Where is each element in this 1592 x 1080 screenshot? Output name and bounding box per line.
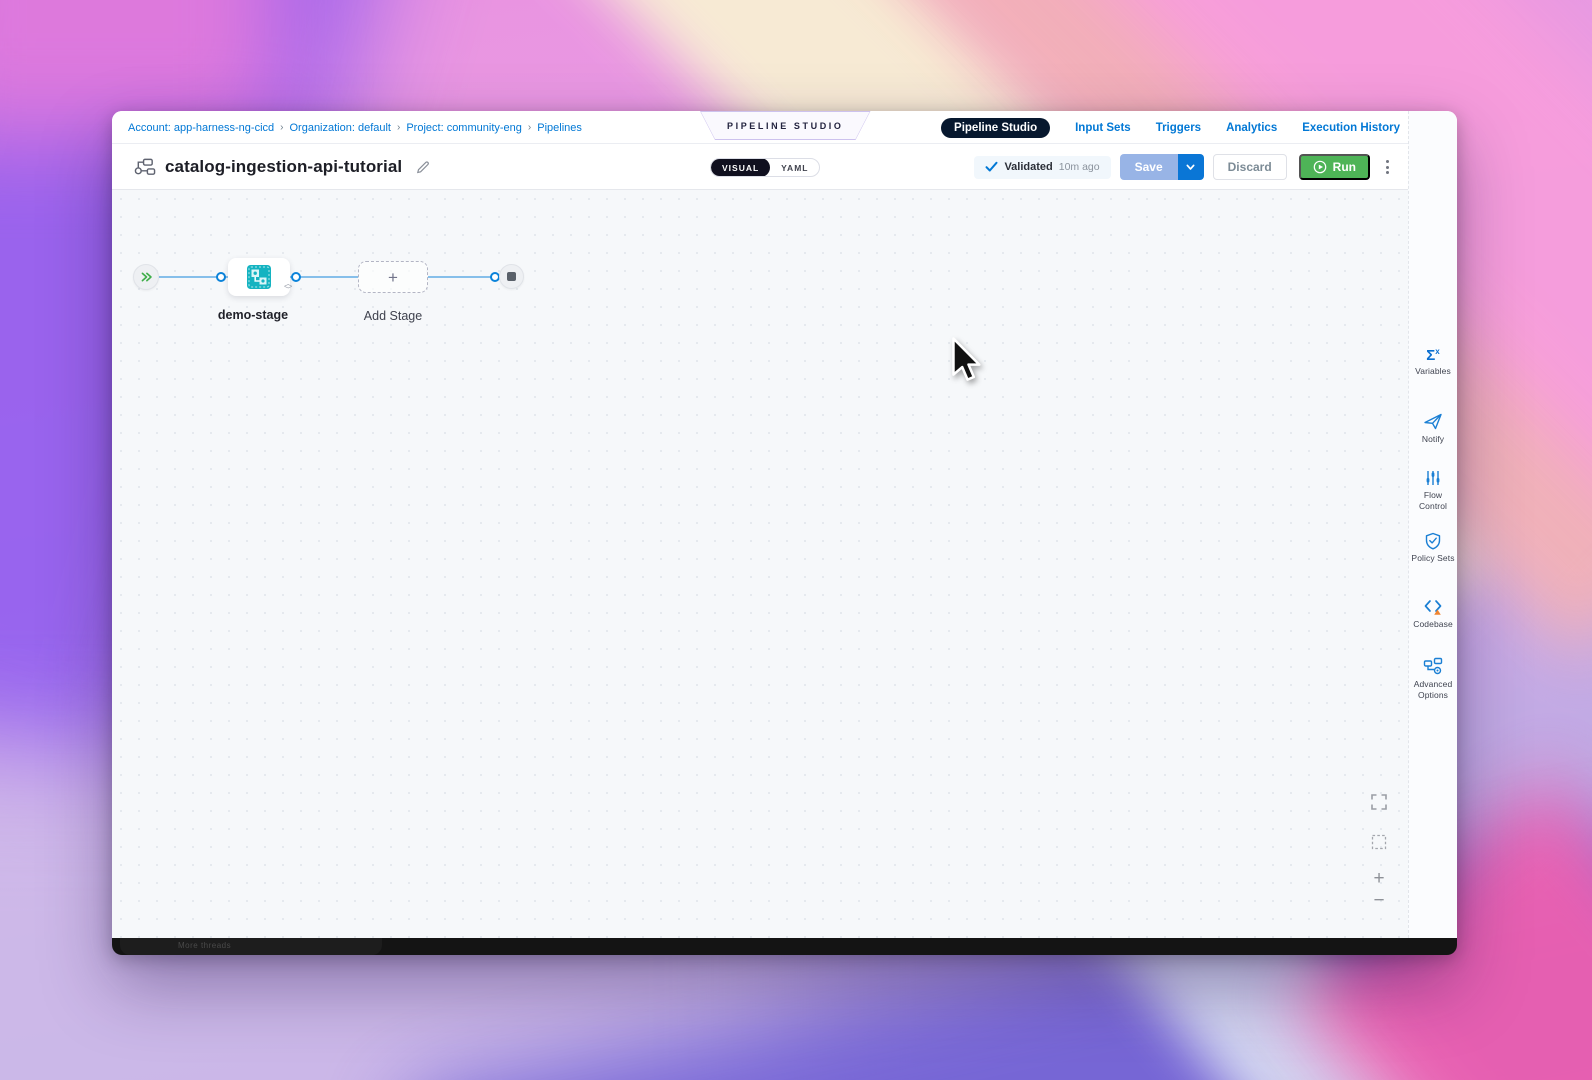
custom-stage-icon bbox=[246, 264, 272, 290]
pipeline-studio-badge: PIPELINE STUDIO bbox=[700, 111, 871, 140]
plus-icon: + bbox=[388, 269, 398, 286]
tab-triggers[interactable]: Triggers bbox=[1156, 122, 1201, 134]
stage-node-label[interactable]: demo-stage bbox=[183, 308, 323, 322]
sigma-variables-icon: Σx bbox=[1426, 348, 1439, 363]
sidebar-item-policy-sets[interactable]: Policy Sets bbox=[1409, 532, 1457, 564]
tab-pipeline-studio[interactable]: Pipeline Studio bbox=[941, 118, 1050, 138]
validated-label: Validated bbox=[1004, 161, 1052, 173]
pipeline-end-node bbox=[499, 264, 524, 289]
window-footer-bar: More threads bbox=[112, 938, 1457, 955]
add-stage-label[interactable]: Add Stage bbox=[323, 309, 463, 323]
edge-connector-dot[interactable] bbox=[216, 272, 226, 282]
shield-check-icon bbox=[1424, 532, 1442, 550]
sliders-icon bbox=[1424, 469, 1442, 487]
pipeline-canvas[interactable]: <> + demo-stage Add Stage bbox=[112, 190, 1408, 938]
tab-analytics[interactable]: Analytics bbox=[1226, 122, 1277, 134]
fullscreen-icon bbox=[1370, 793, 1388, 811]
footer-chip bbox=[120, 938, 382, 955]
save-options-caret[interactable] bbox=[1178, 154, 1204, 180]
run-button[interactable]: Run bbox=[1299, 154, 1370, 180]
start-chevrons-icon bbox=[140, 271, 153, 283]
breadcrumb-project[interactable]: Project: community-eng bbox=[406, 122, 522, 134]
top-nav-tabs: Pipeline Studio Input Sets Triggers Anal… bbox=[941, 111, 1400, 144]
sidebar-item-variables[interactable]: Σx Variables bbox=[1409, 348, 1457, 377]
chevron-down-icon bbox=[1185, 162, 1196, 172]
sidebar-item-flow-control[interactable]: Flow Control bbox=[1409, 469, 1457, 512]
zoom-in-button[interactable]: + bbox=[1362, 868, 1396, 890]
breadcrumb-separator: › bbox=[397, 122, 400, 133]
edit-pencil-icon[interactable] bbox=[416, 160, 430, 174]
breadcrumb-account[interactable]: Account: app-harness-ng-cicd bbox=[128, 122, 274, 134]
save-split-button: Save bbox=[1120, 154, 1204, 180]
tab-execution-history[interactable]: Execution History bbox=[1302, 122, 1400, 134]
footer-hint-text: More threads bbox=[178, 941, 231, 950]
play-circle-icon bbox=[1313, 160, 1327, 174]
toggle-visual[interactable]: VISUAL bbox=[711, 158, 770, 177]
edge-connector-dot[interactable] bbox=[291, 272, 301, 282]
breadcrumb: Account: app-harness-ng-cicd › Organizat… bbox=[128, 111, 582, 144]
stop-square-icon bbox=[507, 272, 516, 281]
top-bar: Account: app-harness-ng-cicd › Organizat… bbox=[112, 111, 1408, 144]
save-button[interactable]: Save bbox=[1120, 154, 1178, 180]
pipeline-edge bbox=[428, 276, 499, 278]
breadcrumb-separator: › bbox=[528, 122, 531, 133]
sidebar-item-advanced-options[interactable]: Advanced Options bbox=[1409, 657, 1457, 701]
right-toolbar: Σx Variables Notify Flow Control bbox=[1408, 111, 1457, 938]
pipeline-start-node bbox=[133, 264, 159, 290]
sidebar-item-notify[interactable]: Notify bbox=[1409, 412, 1457, 445]
breadcrumb-organization[interactable]: Organization: default bbox=[289, 122, 391, 134]
stage-node-demo-stage[interactable] bbox=[228, 258, 290, 296]
discard-button[interactable]: Discard bbox=[1213, 154, 1287, 180]
toggle-yaml[interactable]: YAML bbox=[770, 158, 819, 177]
check-icon bbox=[985, 161, 998, 173]
stage-code-glyph: <> bbox=[284, 282, 291, 291]
breadcrumb-pipelines[interactable]: Pipelines bbox=[537, 122, 582, 134]
pipeline-graph-icon bbox=[134, 157, 156, 177]
add-stage-button[interactable]: + bbox=[358, 261, 428, 293]
fit-to-screen-button[interactable] bbox=[1362, 833, 1396, 851]
fullscreen-button[interactable] bbox=[1362, 793, 1396, 811]
paper-plane-icon bbox=[1423, 412, 1443, 431]
more-options-menu[interactable] bbox=[1381, 156, 1394, 178]
tab-input-sets[interactable]: Input Sets bbox=[1075, 122, 1131, 134]
fit-selection-icon bbox=[1370, 833, 1388, 851]
code-icon bbox=[1423, 597, 1443, 616]
pipeline-header: catalog-ingestion-api-tutorial VISUAL YA… bbox=[112, 144, 1408, 190]
breadcrumb-separator: › bbox=[280, 122, 283, 133]
flowchart-gear-icon bbox=[1423, 657, 1443, 676]
validation-status: Validated 10m ago bbox=[974, 156, 1110, 179]
page-title: catalog-ingestion-api-tutorial bbox=[165, 157, 402, 177]
validated-time: 10m ago bbox=[1059, 161, 1100, 173]
sidebar-item-codebase[interactable]: Codebase bbox=[1409, 597, 1457, 630]
visual-yaml-toggle: VISUAL YAML bbox=[710, 158, 820, 177]
zoom-out-button[interactable]: − bbox=[1362, 890, 1396, 912]
pipeline-studio-window: Account: app-harness-ng-cicd › Organizat… bbox=[112, 111, 1457, 955]
